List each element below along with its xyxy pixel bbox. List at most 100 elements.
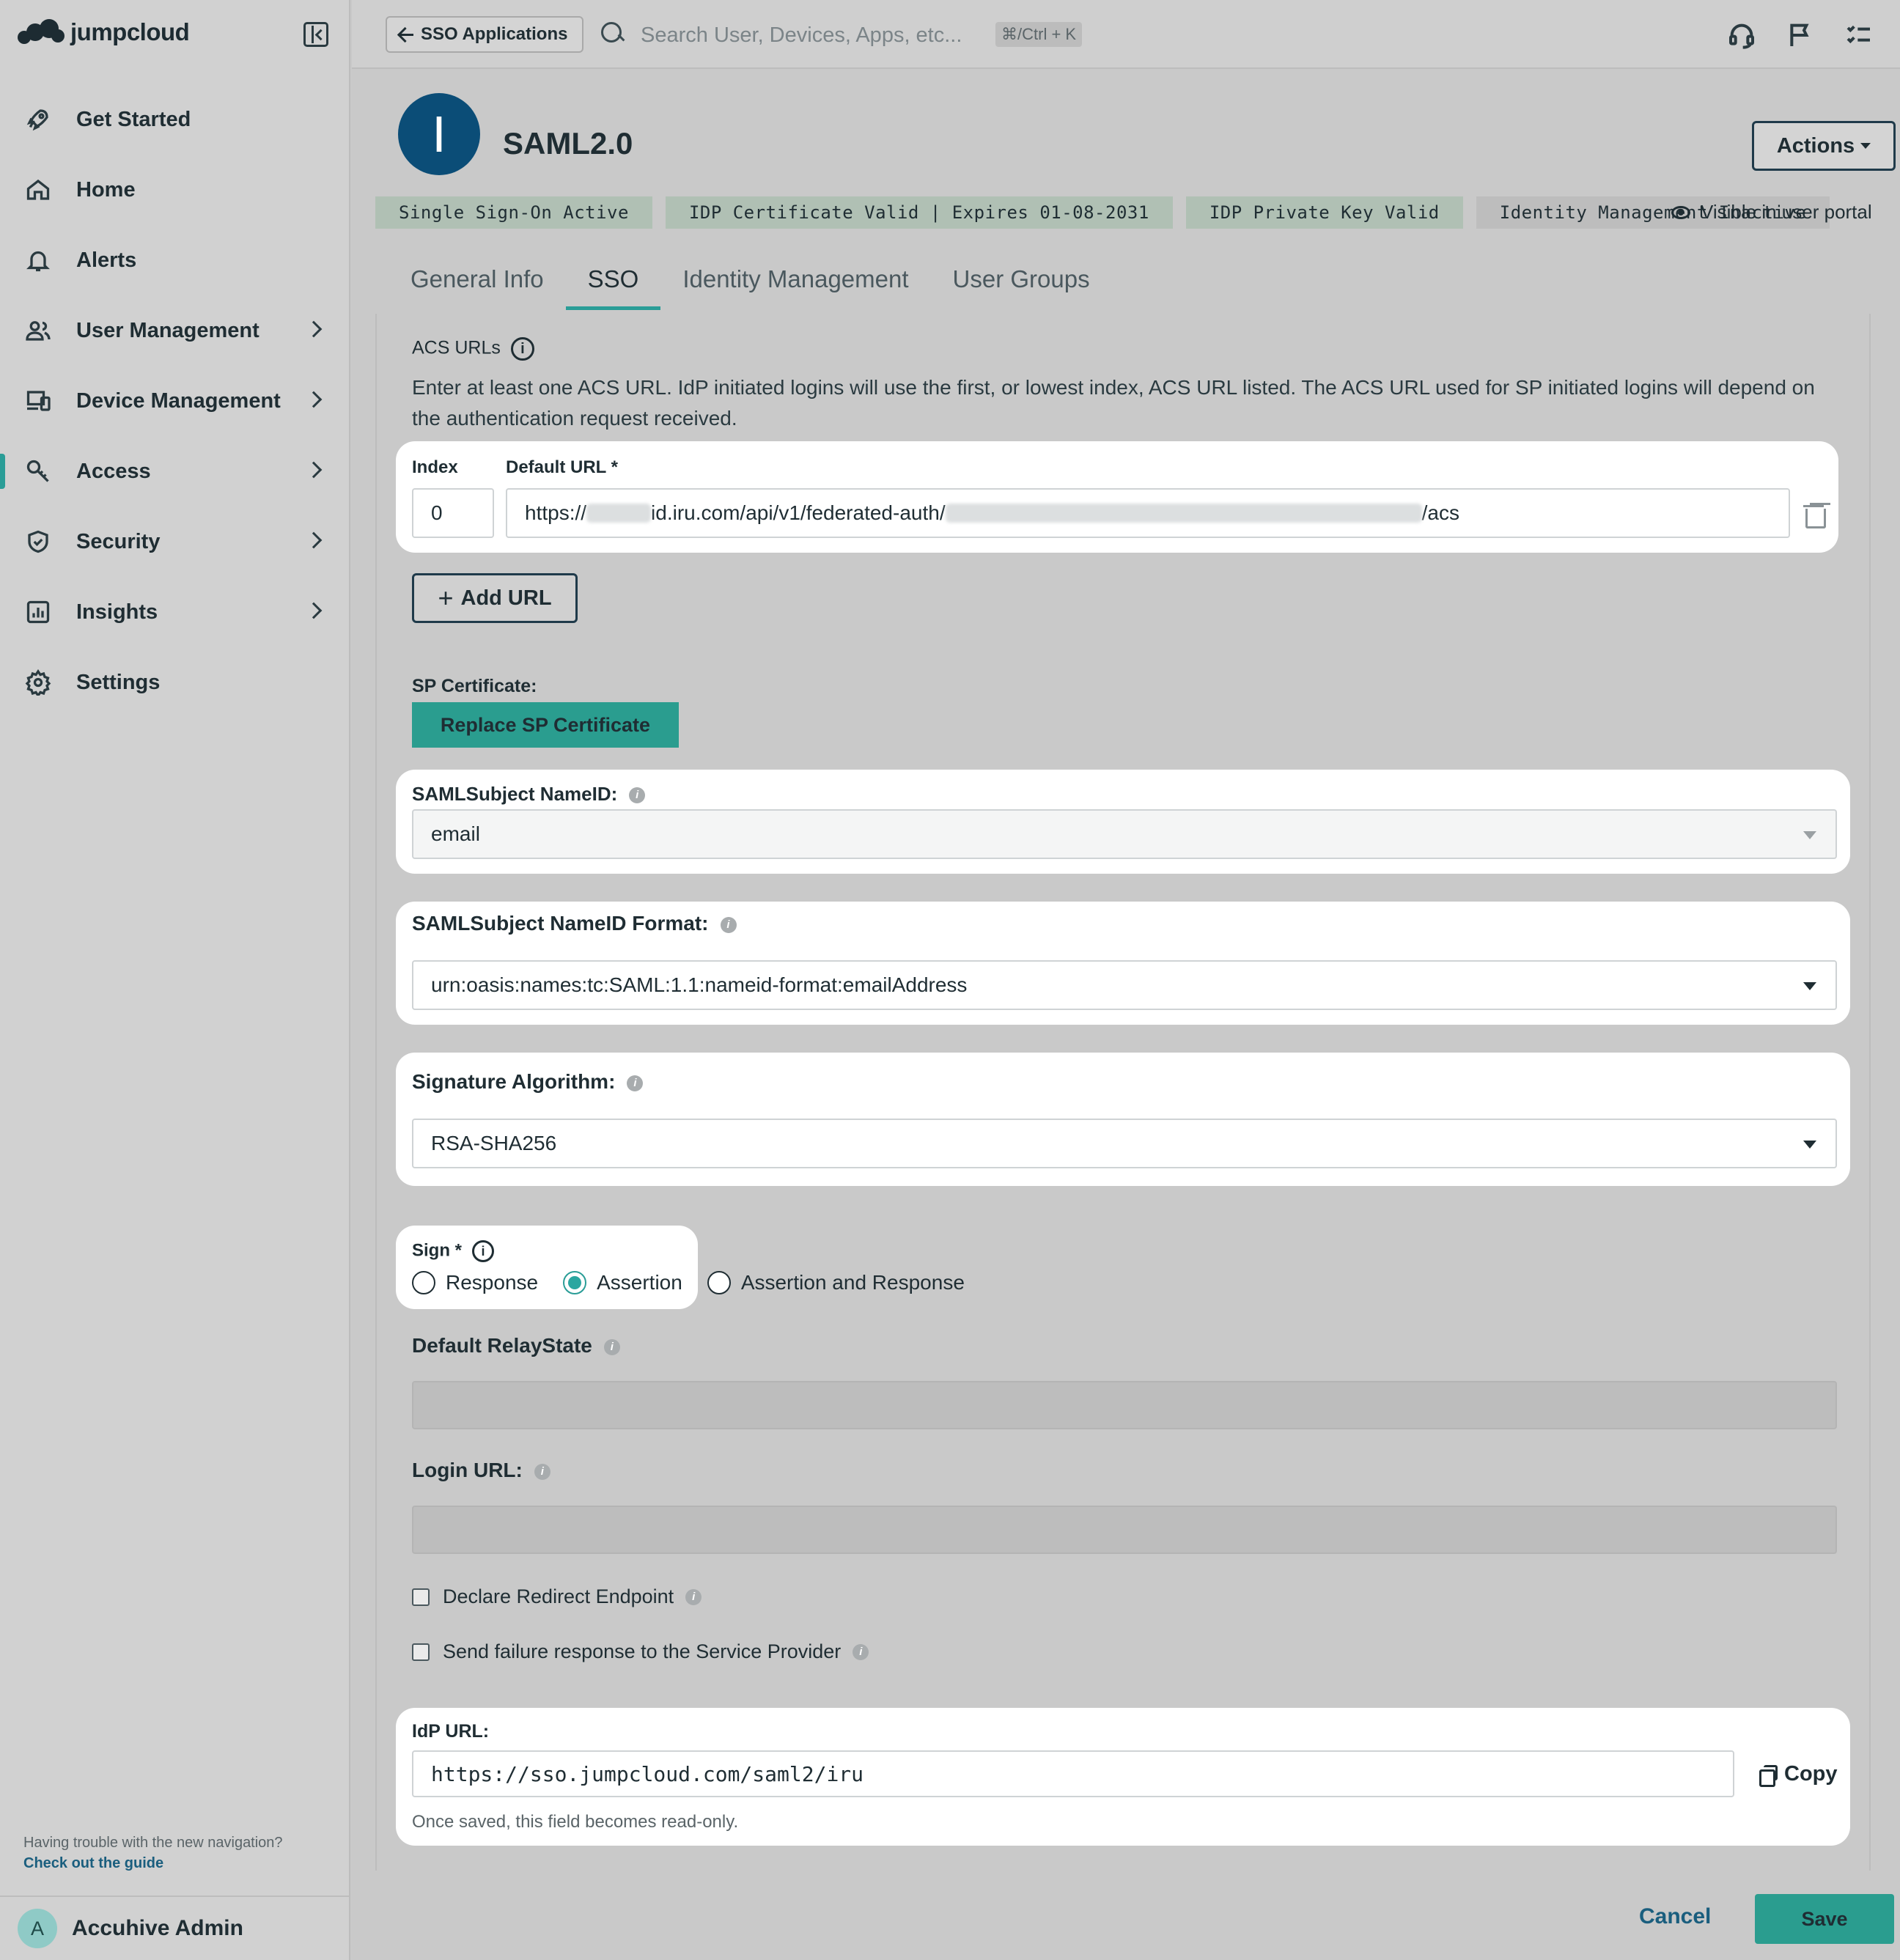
info-icon[interactable]: i	[603, 1338, 620, 1355]
rocket-icon	[23, 105, 53, 134]
send-failure-row: Send failure response to the Service Pro…	[412, 1640, 869, 1663]
sign-label: Sign *	[412, 1240, 463, 1261]
avatar: A	[18, 1909, 57, 1948]
replace-sp-certificate-button[interactable]: Replace SP Certificate	[412, 702, 679, 748]
sidebar-item-alerts[interactable]: Alerts	[0, 225, 350, 295]
signature-algorithm-select[interactable]: RSA-SHA256	[412, 1119, 1837, 1168]
sidebar-item-get-started[interactable]: Get Started	[0, 84, 350, 155]
chevron-right-icon	[305, 461, 323, 479]
copy-icon	[1759, 1764, 1778, 1787]
global-search-input[interactable]	[641, 19, 978, 51]
info-icon[interactable]: i	[534, 1463, 551, 1480]
status-badge: IDP Certificate Valid | Expires 01-08-20…	[665, 196, 1173, 229]
flag-icon[interactable]	[1786, 21, 1815, 50]
relay-state-label: Default RelayState	[412, 1334, 592, 1357]
chevron-right-icon	[305, 602, 323, 619]
collapse-sidebar-icon[interactable]	[303, 22, 328, 47]
info-icon[interactable]: i	[853, 1643, 869, 1660]
sidebar-item-label: Settings	[76, 670, 161, 694]
status-badge: Single Sign-On Active	[375, 196, 652, 229]
info-icon[interactable]: i	[720, 916, 737, 933]
back-to-sso-applications-button[interactable]: SSO Applications	[386, 16, 583, 53]
login-url-label: Login URL:	[412, 1459, 523, 1481]
tab-sso[interactable]: SSO	[565, 257, 661, 310]
relay-state-input[interactable]	[412, 1381, 1837, 1429]
sidebar: jumpcloud Get Started Home Alerts User M…	[0, 0, 350, 1960]
sidebar-item-home[interactable]: Home	[0, 155, 350, 225]
add-url-button[interactable]: + Add URL	[412, 573, 578, 623]
shield-icon	[23, 527, 53, 556]
sidebar-item-user-management[interactable]: User Management	[0, 295, 350, 366]
tab-user-groups[interactable]: User Groups	[931, 257, 1112, 310]
info-icon[interactable]: i	[629, 787, 646, 804]
visible-in-portal-indicator: Visible in user portal	[1671, 201, 1872, 224]
eye-icon	[1671, 205, 1690, 219]
tab-general-info[interactable]: General Info	[389, 257, 566, 310]
url-prefix: https://	[525, 501, 587, 524]
caret-down-icon	[1803, 831, 1816, 839]
help-text: Having trouble with the new navigation?	[23, 1835, 283, 1851]
acs-urls-title: ACS URLs	[412, 337, 501, 358]
sidebar-item-label: Home	[76, 177, 136, 202]
acs-default-url-input[interactable]: https:// id.iru.com/api/v1/federated-aut…	[506, 488, 1790, 538]
chevron-right-icon	[305, 531, 323, 549]
declare-redirect-checkbox[interactable]	[412, 1588, 430, 1606]
users-icon	[23, 316, 53, 345]
sign-assertion-radio[interactable]	[563, 1271, 587, 1294]
declare-redirect-label: Declare Redirect Endpoint	[443, 1585, 674, 1607]
acs-index-value: 0	[431, 501, 443, 524]
help-guide-link[interactable]: Check out the guide	[23, 1853, 283, 1874]
actions-dropdown-button[interactable]: Actions	[1752, 121, 1896, 171]
trash-icon[interactable]	[1803, 503, 1826, 528]
jumpcloud-logo[interactable]: jumpcloud	[18, 18, 190, 47]
info-icon[interactable]: i	[472, 1240, 495, 1262]
sign-response-radio[interactable]	[412, 1271, 435, 1294]
sign-options: Response Assertion Assertion and Respons…	[412, 1271, 990, 1294]
status-badges: Single Sign-On Active IDP Certificate Va…	[375, 196, 1830, 229]
info-icon[interactable]: i	[685, 1588, 702, 1605]
declare-redirect-row: Declare Redirect Endpoint i	[412, 1585, 702, 1608]
user-profile[interactable]: A Accuhive Admin	[0, 1895, 350, 1960]
radio-label: Assertion and Response	[740, 1271, 965, 1294]
login-url-input[interactable]	[412, 1506, 1837, 1554]
nameid-value: email	[431, 822, 480, 845]
sidebar-item-settings[interactable]: Settings	[0, 647, 350, 718]
headset-support-icon[interactable]	[1727, 21, 1756, 50]
nameid-format-select[interactable]: urn:oasis:names:tc:SAML:1.1:nameid-forma…	[412, 960, 1837, 1010]
sidebar-item-security[interactable]: Security	[0, 506, 350, 577]
send-failure-checkbox[interactable]	[412, 1643, 430, 1661]
arrow-left-icon	[397, 26, 413, 43]
sidebar-item-label: Get Started	[76, 107, 191, 131]
nameid-format-label: SAMLSubject NameID Format:	[412, 912, 709, 935]
idp-url-label: IdP URL:	[412, 1721, 490, 1742]
sign-label-row: Sign * i	[412, 1240, 495, 1262]
acs-index-input[interactable]: 0	[412, 488, 494, 538]
send-failure-label: Send failure response to the Service Pro…	[443, 1640, 842, 1662]
back-button-label: SSO Applications	[421, 24, 568, 44]
sidebar-item-label: Device Management	[76, 388, 281, 413]
cancel-button[interactable]: Cancel	[1639, 1904, 1711, 1929]
url-middle: id.iru.com/api/v1/federated-auth/	[651, 501, 946, 524]
user-name: Accuhive Admin	[72, 1916, 243, 1940]
sign-assertion-and-response-radio[interactable]	[707, 1271, 731, 1294]
copy-idp-url-button[interactable]: Copy	[1759, 1762, 1838, 1787]
signature-algorithm-label: Signature Algorithm:	[412, 1070, 616, 1093]
sidebar-item-access[interactable]: Access	[0, 436, 350, 506]
sidebar-item-device-management[interactable]: Device Management	[0, 366, 350, 436]
login-url-label-row: Login URL: i	[412, 1459, 551, 1482]
acs-description: Enter at least one ACS URL. IdP initiate…	[412, 376, 1815, 430]
nameid-select[interactable]: email	[412, 809, 1837, 859]
sign-card	[396, 1226, 698, 1309]
add-url-label: Add URL	[460, 586, 552, 610]
info-icon[interactable]: i	[627, 1075, 644, 1091]
nameid-format-value: urn:oasis:names:tc:SAML:1.1:nameid-forma…	[431, 973, 968, 996]
sidebar-item-insights[interactable]: Insights	[0, 577, 350, 647]
devices-icon	[23, 386, 53, 416]
checklist-icon[interactable]	[1844, 21, 1874, 50]
tab-identity-management[interactable]: Identity Management	[660, 257, 930, 310]
save-button[interactable]: Save	[1755, 1894, 1894, 1944]
idp-url-input[interactable]: https://sso.jumpcloud.com/saml2/iru	[412, 1750, 1734, 1797]
idp-url-helper: Once saved, this field becomes read-only…	[412, 1812, 739, 1832]
info-icon[interactable]: i	[510, 337, 534, 361]
idp-url-value: https://sso.jumpcloud.com/saml2/iru	[431, 1761, 864, 1786]
